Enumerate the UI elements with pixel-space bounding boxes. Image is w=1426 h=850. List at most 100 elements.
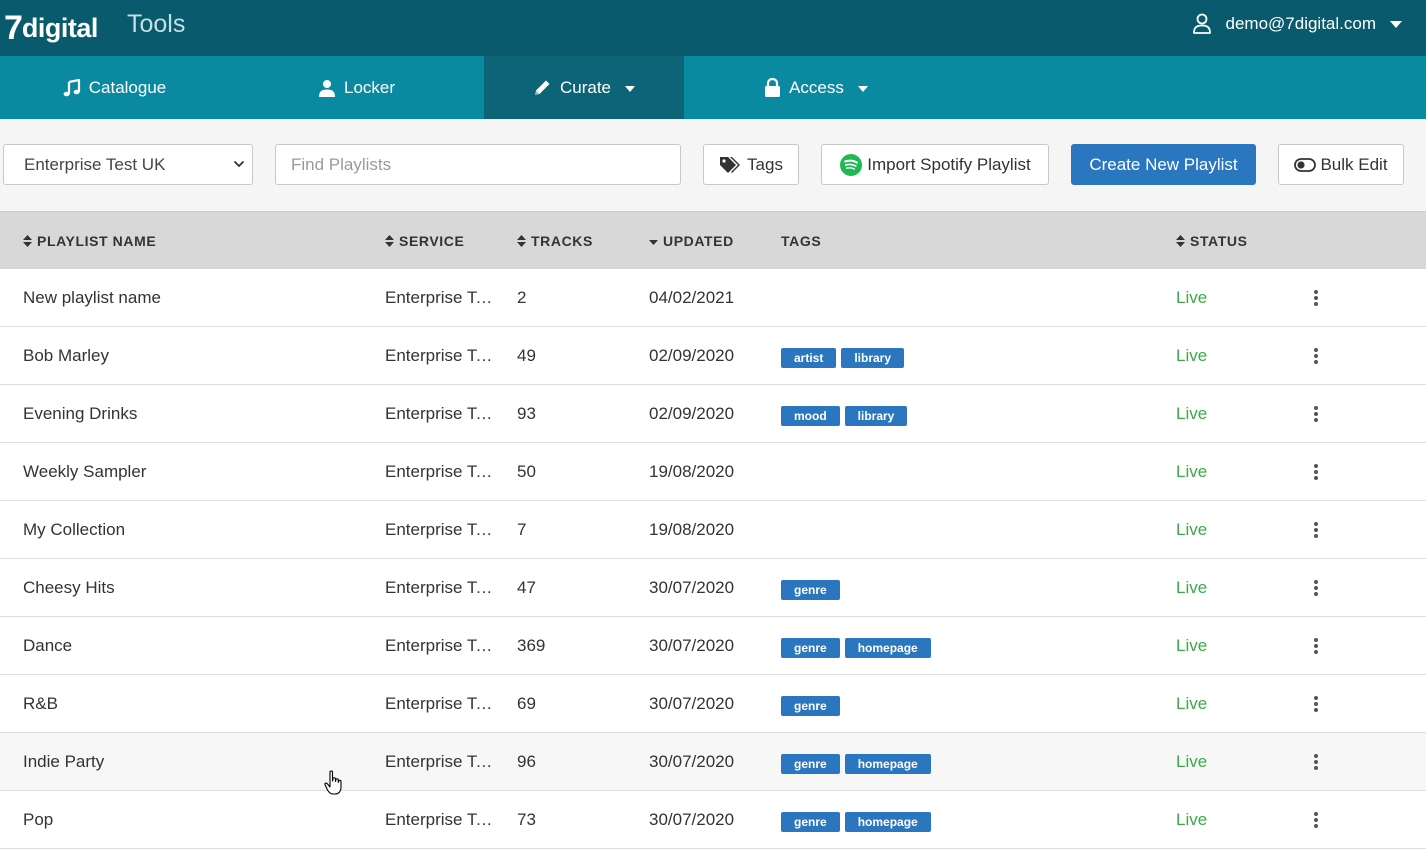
row-actions-menu[interactable] xyxy=(1306,617,1326,674)
service-select[interactable]: Enterprise Test UK xyxy=(3,144,253,185)
tag-badge[interactable]: artist xyxy=(781,347,837,368)
column-header-status[interactable]: STATUS xyxy=(1176,233,1248,249)
service-select-value: Enterprise Test UK xyxy=(24,154,166,174)
playlist-name[interactable]: Evening Drinks xyxy=(23,385,363,442)
playlist-name[interactable]: New playlist name xyxy=(23,269,363,326)
table-row[interactable]: Indie Party Enterprise Test UK 96 30/07/202… xyxy=(0,733,1426,791)
playlist-name[interactable]: My Collection xyxy=(23,501,363,558)
table-row[interactable]: My Collection Enterprise Test UK 7 19/08/20… xyxy=(0,501,1426,559)
kebab-menu-icon xyxy=(1314,521,1318,538)
playlist-name[interactable]: Dance xyxy=(23,617,363,674)
tag-badge[interactable]: genre xyxy=(781,637,840,658)
status-badge: Live xyxy=(1176,751,1208,771)
playlist-name[interactable]: R&B xyxy=(23,675,363,732)
table-row[interactable]: Cheesy Hits Enterprise Test UK 47 30/07/202… xyxy=(0,559,1426,617)
tag-badge[interactable]: genre xyxy=(781,811,840,832)
tags-icon xyxy=(719,156,743,174)
playlist-name[interactable]: Bob Marley xyxy=(23,327,363,384)
top-header: 7 digital Tools demo@7digital.com xyxy=(0,0,1426,56)
tag-badge[interactable]: library xyxy=(844,405,908,426)
import-spotify-label: Import Spotify Playlist xyxy=(867,154,1031,174)
tag-badge[interactable]: homepage xyxy=(844,753,931,774)
playlist-track-count: 369 xyxy=(517,635,546,655)
tags-button-label: Tags xyxy=(747,154,783,174)
playlist-name[interactable]: Indie Party xyxy=(23,733,363,790)
table-row[interactable]: Pop Enterprise Test UK 73 30/07/2020 genreho… xyxy=(0,791,1426,849)
playlist-service: Enterprise Test UK xyxy=(385,462,497,481)
user-menu[interactable]: demo@7digital.com xyxy=(1192,12,1402,36)
playlist-track-count: 69 xyxy=(517,693,536,713)
tag-badge[interactable]: library xyxy=(841,347,905,368)
playlist-name[interactable]: Weekly Sampler xyxy=(23,443,363,500)
table-row[interactable]: R&B Enterprise Test UK 69 30/07/2020 genre Li… xyxy=(0,675,1426,733)
nav-item-catalogue[interactable]: Catalogue xyxy=(0,56,228,119)
import-spotify-button[interactable]: Import Spotify Playlist xyxy=(821,144,1049,185)
playlist-service: Enterprise Test UK xyxy=(385,752,497,771)
nav-item-locker[interactable]: Locker xyxy=(228,56,484,119)
chevron-down-icon xyxy=(857,85,868,92)
user-icon xyxy=(1192,13,1211,34)
row-actions-menu[interactable] xyxy=(1306,269,1326,326)
column-header-tracks[interactable]: TRACKS xyxy=(517,233,593,249)
table-row[interactable]: New playlist name Enterprise Test UK 2 04/0… xyxy=(0,269,1426,327)
bulk-edit-button[interactable]: Bulk Edit xyxy=(1278,144,1404,185)
kebab-menu-icon xyxy=(1314,695,1318,712)
row-actions-menu[interactable] xyxy=(1306,501,1326,558)
playlist-name[interactable]: Pop xyxy=(23,791,363,848)
tag-badge[interactable]: genre xyxy=(781,579,840,600)
tag-badge[interactable]: genre xyxy=(781,695,840,716)
table-row[interactable]: Bob Marley Enterprise Test UK 49 02/09/2020… xyxy=(0,327,1426,385)
music-note-icon xyxy=(62,78,82,98)
sort-icon xyxy=(385,235,394,247)
nav-item-curate[interactable]: Curate xyxy=(484,56,684,119)
tags-button[interactable]: Tags xyxy=(703,144,799,185)
kebab-menu-icon xyxy=(1314,579,1318,596)
playlist-name[interactable]: Cheesy Hits xyxy=(23,559,363,616)
status-badge: Live xyxy=(1176,345,1208,365)
table-row[interactable]: Weekly Sampler Enterprise Test UK 50 19/08/… xyxy=(0,443,1426,501)
playlist-track-count: 93 xyxy=(517,403,536,423)
column-header-updated[interactable]: UPDATED xyxy=(649,233,734,249)
main-nav: Catalogue Locker Curate Access xyxy=(0,56,1426,119)
playlist-service: Enterprise Test UK xyxy=(385,810,497,829)
tag-badge[interactable]: homepage xyxy=(844,811,931,832)
kebab-menu-icon xyxy=(1314,289,1318,306)
row-actions-menu[interactable] xyxy=(1306,443,1326,500)
playlist-tags: artist library xyxy=(781,329,1161,386)
tag-badge[interactable]: homepage xyxy=(844,637,931,658)
search-input[interactable] xyxy=(275,144,681,185)
row-actions-menu[interactable] xyxy=(1306,327,1326,384)
row-actions-menu[interactable] xyxy=(1306,675,1326,732)
playlist-track-count: 49 xyxy=(517,345,536,365)
kebab-menu-icon xyxy=(1314,347,1318,364)
sort-icon xyxy=(1176,235,1185,247)
playlist-tags: genre homepage xyxy=(781,619,1161,676)
table-row[interactable]: Evening Drinks Enterprise Test UK 93 02/09/… xyxy=(0,385,1426,443)
create-playlist-button[interactable]: Create New Playlist xyxy=(1071,144,1256,185)
playlist-updated-date: 02/09/2020 xyxy=(649,403,735,423)
table-row[interactable]: Dance Enterprise Test UK 369 30/07/2020 genr… xyxy=(0,617,1426,675)
playlist-track-count: 7 xyxy=(517,519,527,539)
playlist-updated-date: 04/02/2021 xyxy=(649,287,735,307)
nav-item-access[interactable]: Access xyxy=(684,56,946,119)
column-header-playlist-name[interactable]: PLAYLIST NAME xyxy=(23,233,156,249)
nav-label: Catalogue xyxy=(88,77,167,97)
tag-badge[interactable]: mood xyxy=(781,405,840,426)
brand-logo[interactable]: 7 digital xyxy=(4,8,98,48)
playlist-updated-date: 19/08/2020 xyxy=(649,461,735,481)
user-icon xyxy=(317,78,337,98)
row-actions-menu[interactable] xyxy=(1306,559,1326,616)
row-actions-menu[interactable] xyxy=(1306,733,1326,790)
playlist-tags xyxy=(781,503,1161,560)
playlist-updated-date: 02/09/2020 xyxy=(649,345,735,365)
tag-badge[interactable]: genre xyxy=(781,753,840,774)
row-actions-menu[interactable] xyxy=(1306,791,1326,848)
column-header-service[interactable]: SERVICE xyxy=(385,233,464,249)
status-badge: Live xyxy=(1176,693,1208,713)
playlist-tags: genre homepage xyxy=(781,793,1161,850)
playlist-tags: mood library xyxy=(781,387,1161,444)
playlist-service: Enterprise Test UK xyxy=(385,636,497,655)
playlist-tags xyxy=(781,445,1161,502)
status-badge: Live xyxy=(1176,287,1208,307)
row-actions-menu[interactable] xyxy=(1306,385,1326,442)
